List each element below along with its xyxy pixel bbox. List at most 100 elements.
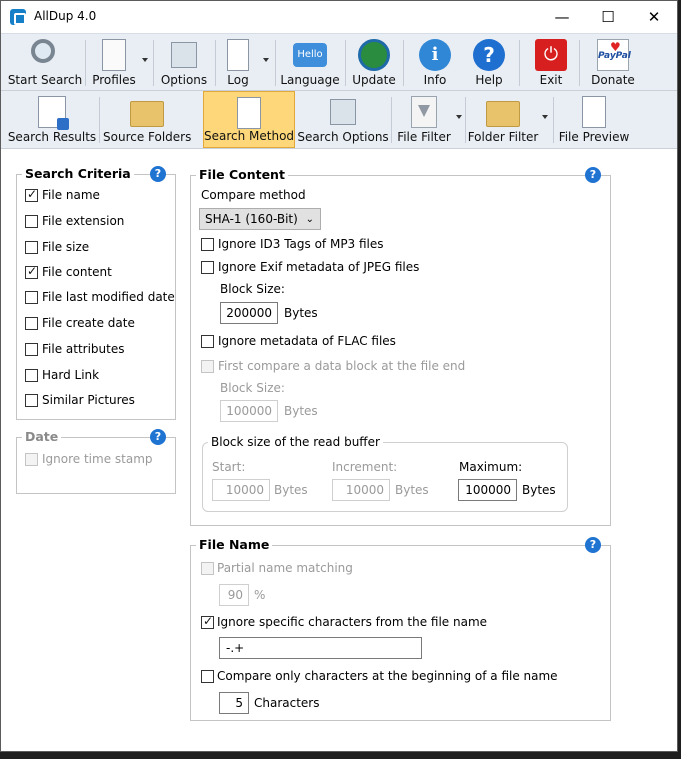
- file-name-help-icon[interactable]: ?: [585, 537, 601, 553]
- ignore-flac-label: Ignore metadata of FLAC files: [218, 334, 396, 348]
- read-buffer-group: [202, 442, 568, 512]
- characters-count-input[interactable]: 5: [219, 692, 249, 714]
- profiles-icon: [102, 39, 126, 71]
- language-icon: Hello: [293, 43, 327, 67]
- partial-matching-checkbox[interactable]: [201, 562, 214, 575]
- compare-beginning-checkbox[interactable]: [201, 670, 214, 683]
- partial-matching-label: Partial name matching: [217, 561, 353, 575]
- main-toolbar: Start Search Profiles Options Log Hello …: [1, 31, 677, 91]
- search-method-button[interactable]: Search Method: [203, 91, 295, 148]
- options-button[interactable]: Options: [157, 34, 211, 91]
- hard-link-checkbox[interactable]: [25, 369, 38, 382]
- help-button[interactable]: ? Help: [463, 34, 515, 91]
- maximize-button[interactable]: ☐: [585, 1, 631, 33]
- file-last-modified-checkbox[interactable]: [25, 291, 38, 304]
- start-unit: Bytes: [274, 483, 308, 497]
- profiles-button[interactable]: Profiles: [89, 34, 139, 91]
- increment-label: Increment:: [332, 460, 398, 474]
- donate-button[interactable]: PayPal Donate: [585, 31, 641, 91]
- file-name-checkbox[interactable]: [25, 187, 38, 202]
- start-input[interactable]: 10000: [212, 479, 270, 501]
- maximum-unit: Bytes: [522, 483, 556, 497]
- log-button[interactable]: Log: [219, 34, 257, 91]
- app-window: AllDup 4.0 — ☐ ✕ Start Search Profiles O…: [0, 0, 678, 752]
- ignore-characters-label: Ignore specific characters from the file…: [217, 615, 488, 629]
- first-compare-label: First compare a data block at the file e…: [218, 359, 466, 373]
- block-size2-label: Block Size:: [220, 381, 285, 395]
- similar-pictures-label: Similar Pictures: [42, 393, 135, 407]
- search-method-icon: [237, 97, 261, 129]
- help-icon: ?: [473, 39, 505, 71]
- file-name-title: File Name: [196, 537, 273, 553]
- file-last-modified-label: File last modified date: [42, 290, 175, 304]
- file-filter-dropdown-icon[interactable]: [456, 115, 462, 119]
- compare-method-label: Compare method: [201, 188, 306, 202]
- compare-method-select[interactable]: SHA-1 (160-Bit) ⌄: [199, 208, 321, 230]
- minimize-button[interactable]: —: [539, 1, 585, 33]
- ignore-time-stamp-label: Ignore time stamp: [42, 452, 153, 466]
- file-content-label: File content: [42, 265, 112, 279]
- similar-pictures-checkbox[interactable]: [25, 394, 38, 407]
- source-folders-button[interactable]: Source Folders: [103, 91, 191, 148]
- maximum-input[interactable]: 100000: [458, 479, 517, 501]
- magnifier-icon: [31, 39, 55, 63]
- file-filter-icon: [411, 96, 437, 128]
- block-size-input[interactable]: 200000: [220, 302, 278, 324]
- search-results-button[interactable]: Search Results: [7, 91, 97, 148]
- partial-percent-unit: %: [254, 588, 266, 602]
- profiles-dropdown-icon[interactable]: [142, 58, 148, 62]
- ignore-characters-input[interactable]: -.+: [219, 637, 422, 659]
- info-button[interactable]: i Info: [409, 34, 461, 91]
- file-preview-button[interactable]: File Preview: [557, 91, 631, 148]
- partial-percent-input[interactable]: 90: [219, 584, 249, 606]
- file-content-checkbox[interactable]: [25, 264, 38, 279]
- log-icon: [227, 39, 249, 71]
- characters-unit: Characters: [254, 696, 320, 710]
- ignore-id3-checkbox[interactable]: [201, 238, 214, 251]
- ignore-exif-checkbox[interactable]: [201, 261, 214, 274]
- close-button[interactable]: ✕: [631, 1, 677, 33]
- gear-icon: [171, 42, 197, 68]
- info-icon: i: [419, 39, 451, 71]
- increment-input[interactable]: 10000: [332, 479, 390, 501]
- file-extension-label: File extension: [42, 214, 125, 228]
- block-size-unit: Bytes: [284, 306, 318, 320]
- search-criteria-help-icon[interactable]: ?: [150, 166, 166, 182]
- exit-button[interactable]: ⏻ Exit: [525, 34, 577, 91]
- hard-link-label: Hard Link: [42, 368, 100, 382]
- folder-filter-dropdown-icon[interactable]: [542, 115, 548, 119]
- update-button[interactable]: Update: [349, 34, 399, 91]
- chevron-down-icon: ⌄: [305, 214, 314, 225]
- window-title: AllDup 4.0: [34, 9, 97, 23]
- file-extension-checkbox[interactable]: [25, 215, 38, 228]
- language-button[interactable]: Hello Language: [279, 34, 341, 91]
- ignore-characters-checkbox[interactable]: [201, 614, 214, 629]
- compare-beginning-label: Compare only characters at the beginning…: [217, 669, 558, 683]
- folder-search-icon: [130, 101, 164, 127]
- file-content-title: File Content: [196, 167, 288, 183]
- file-create-date-checkbox[interactable]: [25, 317, 38, 330]
- maximum-label: Maximum:: [459, 460, 523, 474]
- log-dropdown-icon[interactable]: [263, 58, 269, 62]
- first-compare-checkbox[interactable]: [201, 360, 214, 373]
- section-toolbar: Search Results Source Folders Search Met…: [1, 91, 677, 149]
- file-size-label: File size: [42, 240, 90, 254]
- ignore-flac-checkbox[interactable]: [201, 335, 214, 348]
- block-size2-input[interactable]: 100000: [220, 400, 278, 422]
- file-size-checkbox[interactable]: [25, 241, 38, 254]
- ignore-time-stamp-checkbox[interactable]: [25, 453, 38, 466]
- folder-filter-button[interactable]: Folder Filter: [467, 91, 539, 148]
- title-bar: AllDup 4.0 — ☐ ✕: [1, 1, 677, 33]
- file-filter-button[interactable]: File Filter: [395, 91, 453, 148]
- search-options-button[interactable]: Search Options: [297, 91, 389, 148]
- start-search-button[interactable]: Start Search: [7, 34, 83, 91]
- paypal-icon: PayPal: [597, 31, 631, 71]
- date-help-icon[interactable]: ?: [150, 429, 166, 445]
- ignore-exif-label: Ignore Exif metadata of JPEG files: [218, 260, 420, 274]
- globe-icon: [358, 39, 390, 71]
- file-content-help-icon[interactable]: ?: [585, 167, 601, 183]
- file-attributes-checkbox[interactable]: [25, 343, 38, 356]
- read-buffer-title: Block size of the read buffer: [208, 435, 383, 449]
- folder-filter-icon: [486, 101, 520, 127]
- ignore-id3-label: Ignore ID3 Tags of MP3 files: [218, 237, 384, 251]
